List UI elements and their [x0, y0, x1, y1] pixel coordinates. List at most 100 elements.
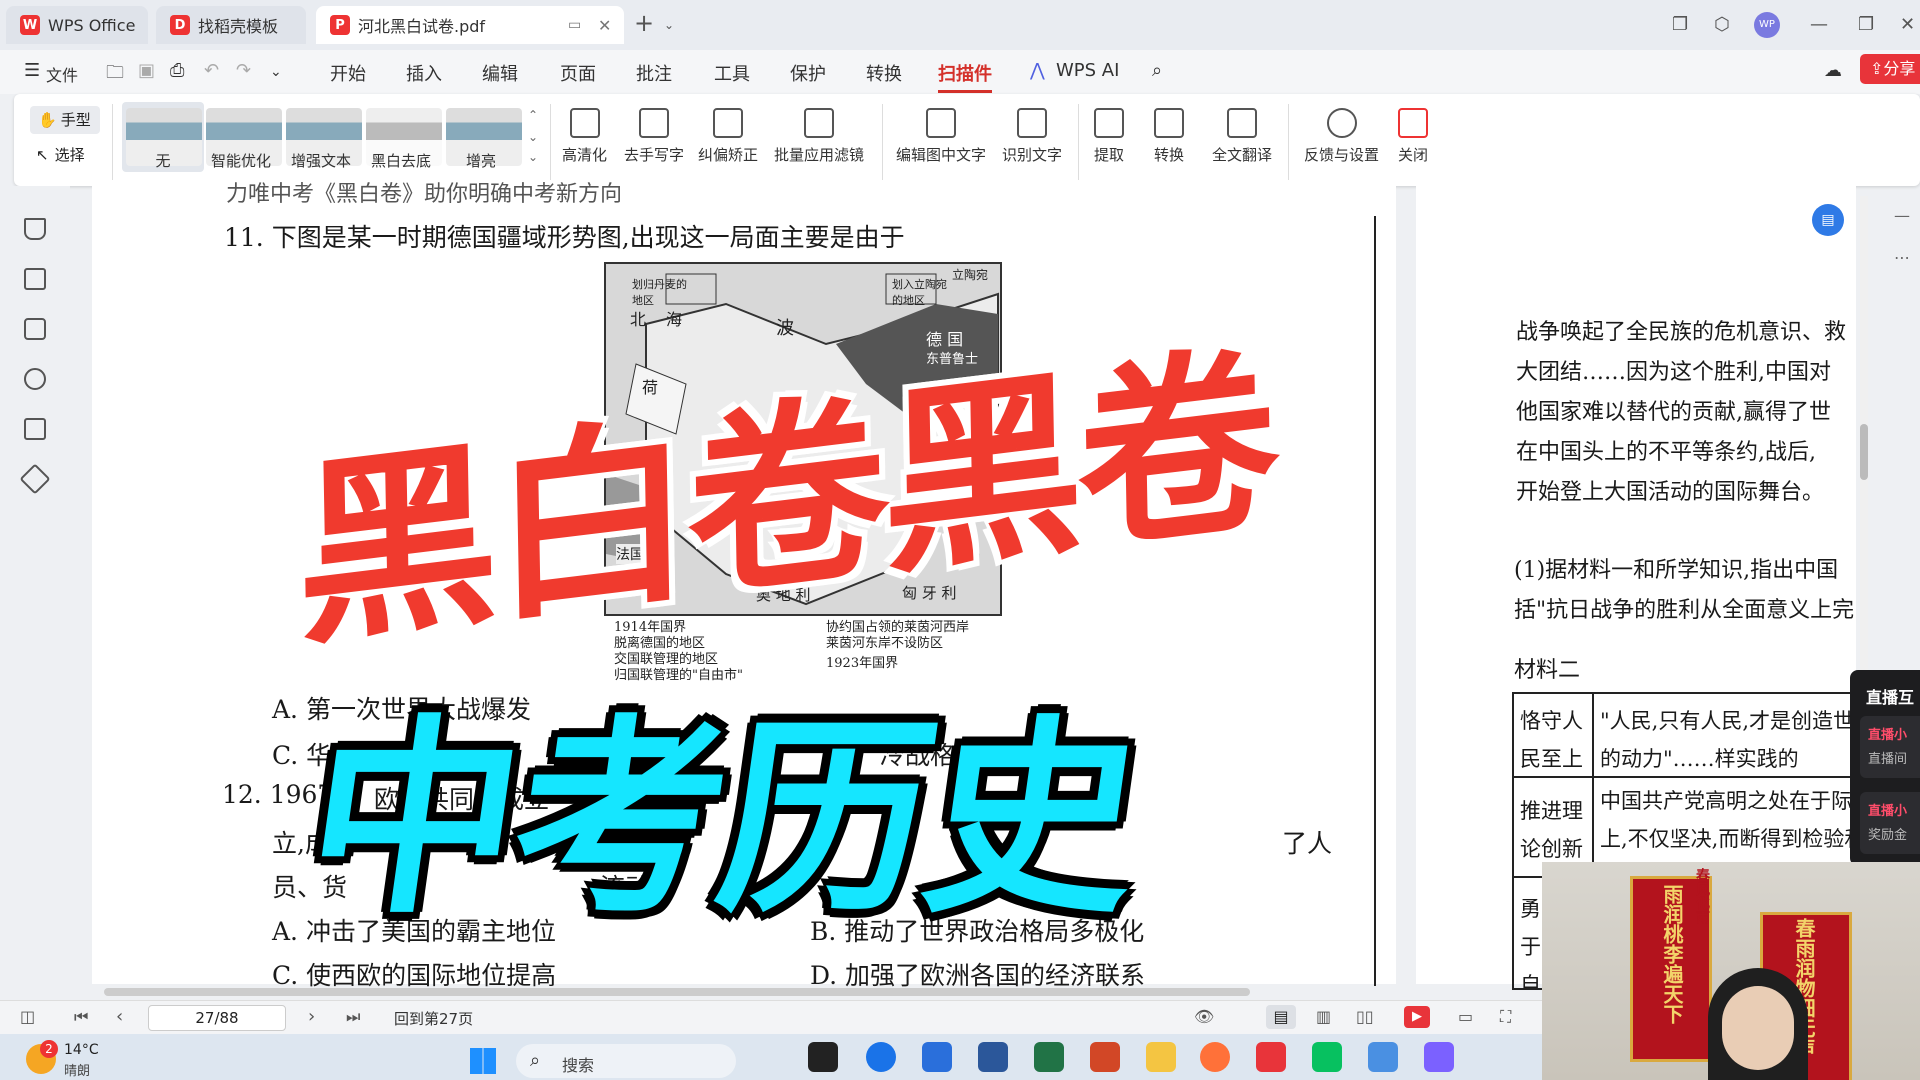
cloud-upload-icon[interactable]: ☁: [1824, 60, 1842, 81]
menu-convert[interactable]: 转换: [866, 60, 902, 86]
deskew-button[interactable]: 纠偏矫正: [698, 108, 758, 165]
cube-icon[interactable]: ⬡: [1714, 14, 1730, 35]
tab-active-pdf[interactable]: P 河北黑白试卷.pdf ▭ ✕: [316, 6, 624, 44]
firefox-icon[interactable]: [1200, 1042, 1230, 1072]
search-placeholder: 搜索: [562, 1056, 595, 1075]
remove-handwriting-button[interactable]: 去手写字: [624, 108, 684, 165]
menu-edit[interactable]: 编辑: [482, 60, 518, 86]
minimize-icon[interactable]: —: [1810, 14, 1828, 35]
file-explorer-icon[interactable]: [1146, 1042, 1176, 1072]
word-icon[interactable]: [978, 1042, 1008, 1072]
batch-filter-button[interactable]: 批量应用滤镜: [774, 108, 864, 165]
close-scan-button[interactable]: 关闭: [1398, 108, 1428, 165]
menu-wps-ai[interactable]: WPS AI: [1056, 60, 1119, 81]
first-page-icon[interactable]: ⏮: [74, 1007, 88, 1027]
windows-start-icon[interactable]: [470, 1048, 496, 1074]
thumbnail-icon[interactable]: [24, 268, 46, 290]
menu-start[interactable]: 开始: [330, 60, 366, 86]
close-tab-icon[interactable]: ✕: [598, 16, 611, 35]
continuous-page-icon[interactable]: ▥: [1316, 1007, 1331, 1026]
new-tab-icon[interactable]: +: [634, 9, 654, 37]
print-icon[interactable]: ⎙: [170, 60, 184, 81]
monitor-icon[interactable]: ▭: [568, 17, 581, 33]
two-page-icon[interactable]: ▯▯: [1356, 1007, 1374, 1026]
menu-tools[interactable]: 工具: [714, 60, 750, 86]
prev-page-icon[interactable]: ‹: [116, 1006, 123, 1027]
powerpoint-icon[interactable]: [1090, 1042, 1120, 1072]
tab-wps-office[interactable]: W WPS Office: [6, 6, 148, 44]
menu-file[interactable]: 文件: [46, 62, 78, 86]
last-page-icon[interactable]: ⏭: [346, 1007, 360, 1027]
horizontal-scrollbar[interactable]: [104, 988, 1250, 996]
goto-page-link[interactable]: 回到第27页: [394, 1008, 473, 1029]
edge-browser-icon[interactable]: [866, 1042, 896, 1072]
feedback-button[interactable]: 反馈与设置: [1304, 108, 1379, 165]
eye-icon[interactable]: 👁: [1194, 1007, 1214, 1026]
collapse-icon[interactable]: —: [1894, 206, 1910, 225]
hamburger-icon[interactable]: ☰: [24, 60, 40, 81]
vertical-scroll-thumb[interactable]: [1860, 424, 1868, 480]
app-icon[interactable]: [1368, 1042, 1398, 1072]
fullscreen-icon[interactable]: ⛶: [1500, 1007, 1511, 1027]
maximize-icon[interactable]: ❐: [1858, 14, 1874, 35]
extract-button[interactable]: 提取: [1094, 108, 1124, 165]
scroll-down-icon[interactable]: ⌄: [528, 130, 538, 144]
menu-protect[interactable]: 保护: [790, 60, 826, 86]
convert-button[interactable]: 转换: [1154, 108, 1184, 165]
hd-button[interactable]: 高清化: [562, 108, 607, 165]
share-button[interactable]: ⇪分享: [1860, 54, 1920, 84]
edit-image-text-button[interactable]: 编辑图中文字: [896, 108, 986, 165]
scroll-up-icon[interactable]: ⌃: [528, 108, 538, 122]
sidebar-toggle-icon[interactable]: ◫: [20, 1007, 35, 1026]
select-tool-button[interactable]: ↖ 选择: [36, 144, 85, 165]
redo-icon[interactable]: ↷: [236, 60, 251, 81]
person-face: [1722, 986, 1794, 1070]
live-interaction-panel[interactable]: 直播互 直播小 直播间 直播小 奖励金: [1850, 670, 1920, 866]
wps-ai-icon[interactable]: ⋀: [1030, 60, 1045, 81]
comment-icon[interactable]: [24, 318, 46, 340]
wechat-icon[interactable]: [1312, 1042, 1342, 1072]
live-panel-card[interactable]: 直播小 奖励金: [1860, 792, 1920, 854]
next-page-icon[interactable]: ›: [308, 1006, 315, 1027]
task-view-icon[interactable]: [808, 1042, 838, 1072]
expand-icon[interactable]: ⌄: [528, 150, 538, 164]
fit-width-icon[interactable]: ▭: [1458, 1007, 1473, 1026]
undo-icon[interactable]: ↶: [204, 60, 219, 81]
menu-scan[interactable]: 扫描件: [938, 60, 992, 93]
webcam-overlay: 雨润桃李遍天下 春雨润物细无声 春风化雨: [1542, 862, 1920, 1080]
avatar[interactable]: WP: [1754, 12, 1780, 38]
search-icon[interactable]: ⌕: [1152, 60, 1162, 81]
translate-button[interactable]: 全文翻译: [1212, 108, 1272, 165]
more-icon[interactable]: ⋯: [1894, 248, 1910, 267]
open-folder-icon[interactable]: 🗀: [106, 60, 124, 90]
menu-page[interactable]: 页面: [560, 60, 596, 86]
signature-icon[interactable]: [24, 418, 46, 440]
window-layout-icon[interactable]: ❐: [1672, 14, 1688, 35]
excel-icon[interactable]: [1034, 1042, 1064, 1072]
page-number-input[interactable]: 27/88: [148, 1005, 286, 1031]
wps-ai-taskbar-icon[interactable]: [1424, 1042, 1454, 1072]
close-window-icon[interactable]: ✕: [1900, 14, 1915, 35]
wps-taskbar-icon[interactable]: [1256, 1042, 1286, 1072]
store-icon[interactable]: [922, 1042, 952, 1072]
live-card-subtitle: 直播间: [1868, 752, 1908, 767]
more-chevron-icon[interactable]: ⌄: [270, 64, 282, 80]
live-panel-card[interactable]: 直播小 直播间: [1860, 716, 1920, 778]
menu-insert[interactable]: 插入: [406, 60, 442, 86]
save-icon[interactable]: ▣: [138, 60, 155, 81]
attachment-icon[interactable]: [24, 368, 46, 390]
hand-tool-button[interactable]: ✋ 手型: [30, 106, 100, 134]
divider: [1078, 104, 1079, 180]
ai-assistant-icon[interactable]: ▤: [1812, 204, 1844, 236]
bookmark-icon[interactable]: [24, 218, 46, 240]
menu-annotate[interactable]: 批注: [636, 60, 672, 86]
divider: [1288, 104, 1289, 180]
play-icon[interactable]: ▶: [1404, 1006, 1430, 1028]
divider: [550, 104, 551, 180]
single-page-icon[interactable]: ▤: [1266, 1005, 1296, 1029]
tab-label: 找稻壳模板: [198, 17, 279, 36]
taskbar-search-box[interactable]: ⌕ 搜索: [516, 1044, 736, 1078]
ocr-button[interactable]: 识别文字: [1002, 108, 1062, 165]
tab-docer-templates[interactable]: D 找稻壳模板: [156, 6, 306, 44]
chevron-down-icon[interactable]: ⌄: [664, 18, 674, 32]
